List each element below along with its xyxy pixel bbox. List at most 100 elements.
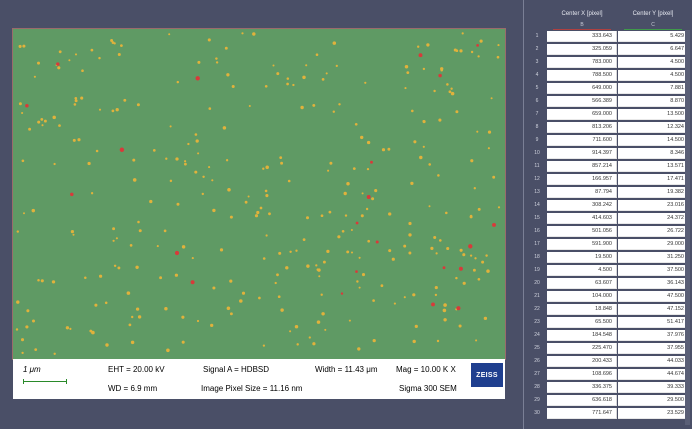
row-number[interactable]: 30 (527, 408, 547, 419)
row-number[interactable]: 8 (527, 122, 547, 133)
table-row[interactable]: 22 18.848 47.152 (527, 304, 692, 315)
row-number[interactable]: 20 (527, 278, 547, 289)
cell-center-x[interactable]: 325.059 (547, 44, 617, 55)
row-number[interactable]: 28 (527, 382, 547, 393)
cell-center-y[interactable]: 29.000 (618, 239, 688, 250)
cell-center-y[interactable]: 37.500 (618, 265, 688, 276)
table-row[interactable]: 27 108.696 44.674 (527, 369, 692, 380)
cell-center-x[interactable]: 63.607 (547, 278, 617, 289)
row-number[interactable]: 16 (527, 226, 547, 237)
cell-center-y[interactable]: 4.500 (618, 57, 688, 68)
cell-center-y[interactable]: 8.870 (618, 96, 688, 107)
cell-center-y[interactable]: 37.955 (618, 343, 688, 354)
cell-center-y[interactable]: 14.500 (618, 135, 688, 146)
cell-center-x[interactable]: 19.500 (547, 252, 617, 263)
cell-center-y[interactable]: 5.429 (618, 31, 688, 42)
cell-center-x[interactable]: 166.957 (547, 174, 617, 185)
pane-divider[interactable] (523, 0, 524, 429)
cell-center-y[interactable]: 51.417 (618, 317, 688, 328)
table-row[interactable]: 8 813.206 12.324 (527, 122, 692, 133)
cell-center-x[interactable]: 783.000 (547, 57, 617, 68)
row-number[interactable]: 5 (527, 83, 547, 94)
cell-center-y[interactable]: 7.881 (618, 83, 688, 94)
cell-center-y[interactable]: 19.382 (618, 187, 688, 198)
cell-center-x[interactable]: 225.470 (547, 343, 617, 354)
row-number[interactable]: 27 (527, 369, 547, 380)
cell-center-y[interactable]: 36.143 (618, 278, 688, 289)
row-number[interactable]: 29 (527, 395, 547, 406)
table-row[interactable]: 26 200.433 44.033 (527, 356, 692, 367)
cell-center-y[interactable]: 13.500 (618, 109, 688, 120)
row-number[interactable]: 22 (527, 304, 547, 315)
row-number[interactable]: 12 (527, 174, 547, 185)
row-number[interactable]: 18 (527, 252, 547, 263)
cell-center-y[interactable]: 4.500 (618, 70, 688, 81)
cell-center-x[interactable]: 336.375 (547, 382, 617, 393)
row-number[interactable]: 17 (527, 239, 547, 250)
row-number[interactable]: 14 (527, 200, 547, 211)
cell-center-y[interactable]: 8.346 (618, 148, 688, 159)
cell-center-x[interactable]: 788.500 (547, 70, 617, 81)
table-row[interactable]: 17 591.900 29.000 (527, 239, 692, 250)
cell-center-y[interactable]: 13.571 (618, 161, 688, 172)
cell-center-x[interactable]: 813.206 (547, 122, 617, 133)
row-number[interactable]: 19 (527, 265, 547, 276)
cell-center-y[interactable]: 47.500 (618, 291, 688, 302)
cell-center-y[interactable]: 26.722 (618, 226, 688, 237)
row-number[interactable]: 13 (527, 187, 547, 198)
cell-center-x[interactable]: 333.643 (547, 31, 617, 42)
cell-center-x[interactable]: 65.500 (547, 317, 617, 328)
table-row[interactable]: 3 783.000 4.500 (527, 57, 692, 68)
cell-center-x[interactable]: 649.000 (547, 83, 617, 94)
table-row[interactable]: 13 87.794 19.382 (527, 187, 692, 198)
table-row[interactable]: 14 308.242 23.016 (527, 200, 692, 211)
cell-center-x[interactable]: 200.433 (547, 356, 617, 367)
row-number[interactable]: 3 (527, 57, 547, 68)
table-row[interactable]: 28 336.375 39.333 (527, 382, 692, 393)
cell-center-y[interactable]: 39.333 (618, 382, 688, 393)
row-number[interactable]: 6 (527, 96, 547, 107)
cell-center-x[interactable]: 636.618 (547, 395, 617, 406)
cell-center-x[interactable]: 711.600 (547, 135, 617, 146)
table-row[interactable]: 12 166.957 17.471 (527, 174, 692, 185)
cell-center-x[interactable]: 87.794 (547, 187, 617, 198)
table-row[interactable]: 20 63.607 36.143 (527, 278, 692, 289)
table-scrollbar[interactable] (685, 30, 690, 425)
cell-center-y[interactable]: 31.250 (618, 252, 688, 263)
cell-center-x[interactable]: 308.242 (547, 200, 617, 211)
table-row[interactable]: 1 333.643 5.429 (527, 31, 692, 42)
table-row[interactable]: 11 857.214 13.571 (527, 161, 692, 172)
table-row[interactable]: 15 414.603 24.372 (527, 213, 692, 224)
table-row[interactable]: 5 649.000 7.881 (527, 83, 692, 94)
row-number[interactable]: 23 (527, 317, 547, 328)
cell-center-x[interactable]: 108.696 (547, 369, 617, 380)
table-row[interactable]: 19 4.500 37.500 (527, 265, 692, 276)
table-row[interactable]: 29 636.618 29.500 (527, 395, 692, 406)
cell-center-x[interactable]: 566.389 (547, 96, 617, 107)
cell-center-x[interactable]: 184.548 (547, 330, 617, 341)
row-number[interactable]: 11 (527, 161, 547, 172)
cell-center-y[interactable]: 23.529 (618, 408, 688, 419)
cell-center-y[interactable]: 37.976 (618, 330, 688, 341)
cell-center-y[interactable]: 47.152 (618, 304, 688, 315)
cell-center-y[interactable]: 44.033 (618, 356, 688, 367)
cell-center-y[interactable]: 44.674 (618, 369, 688, 380)
row-number[interactable]: 15 (527, 213, 547, 224)
table-row[interactable]: 21 104.000 47.500 (527, 291, 692, 302)
table-row[interactable]: 18 19.500 31.250 (527, 252, 692, 263)
table-row[interactable]: 10 914.397 8.346 (527, 148, 692, 159)
cell-center-x[interactable]: 591.900 (547, 239, 617, 250)
cell-center-x[interactable]: 414.603 (547, 213, 617, 224)
column-header-center-x[interactable]: Center X [pixel] B (547, 6, 617, 30)
column-header-center-y[interactable]: Center Y [pixel] C (618, 6, 688, 30)
cell-center-y[interactable]: 23.016 (618, 200, 688, 211)
cell-center-y[interactable]: 6.647 (618, 44, 688, 55)
image-viewer[interactable]: 1 μm EHT = 20.00 kV Signal A = HDBSD Wid… (12, 28, 506, 399)
table-row[interactable]: 23 65.500 51.417 (527, 317, 692, 328)
cell-center-x[interactable]: 104.000 (547, 291, 617, 302)
cell-center-y[interactable]: 24.372 (618, 213, 688, 224)
cell-center-y[interactable]: 12.324 (618, 122, 688, 133)
table-row[interactable]: 9 711.600 14.500 (527, 135, 692, 146)
table-row[interactable]: 24 184.548 37.976 (527, 330, 692, 341)
cell-center-x[interactable]: 857.214 (547, 161, 617, 172)
